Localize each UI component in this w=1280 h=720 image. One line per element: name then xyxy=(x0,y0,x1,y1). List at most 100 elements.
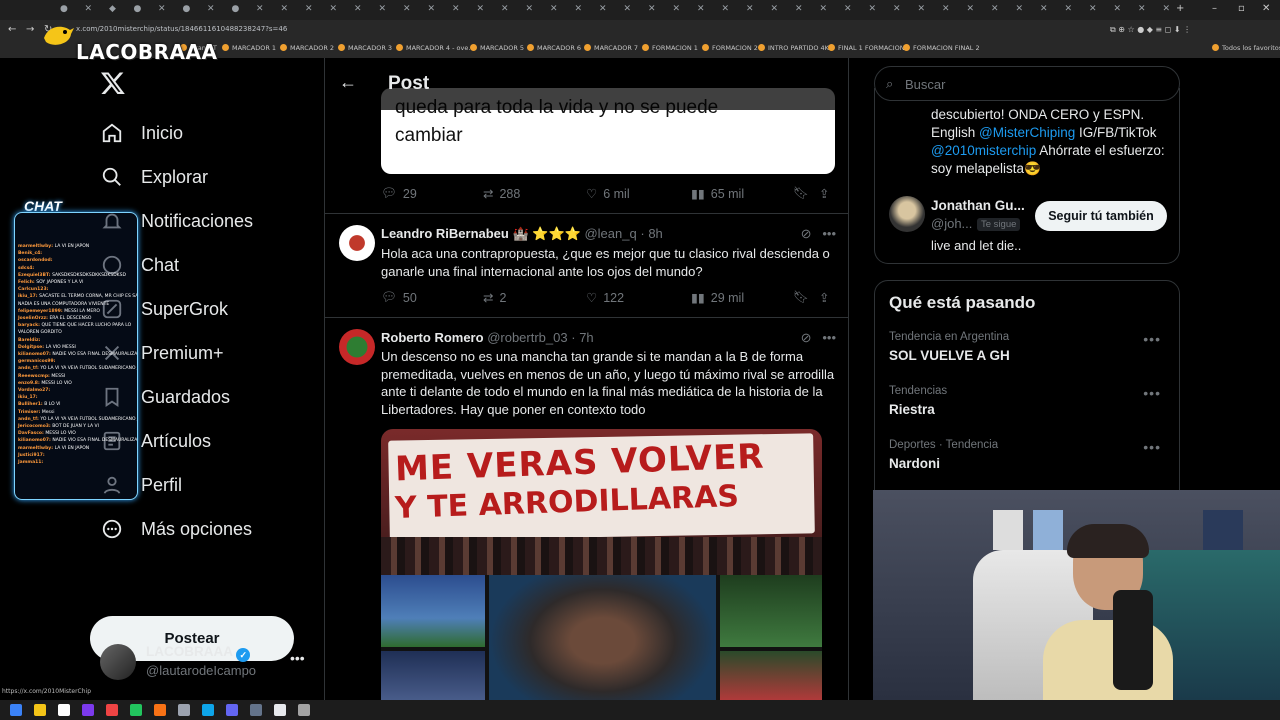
browser-tab[interactable]: ✕ xyxy=(648,4,670,17)
browser-tab[interactable]: ✕ xyxy=(256,4,278,17)
share-icon[interactable]: ⇪ xyxy=(819,186,829,201)
bookmark-item[interactable]: MARCADOR 2 xyxy=(280,44,334,52)
browser-tab[interactable]: ◆ xyxy=(109,4,131,17)
reply-button[interactable]: 💬︎ 50 xyxy=(381,290,417,305)
browser-tab[interactable]: ● xyxy=(60,4,82,17)
bookmark-item[interactable]: MARCADOR 1 xyxy=(222,44,276,52)
browser-tab[interactable]: ✕ xyxy=(942,4,964,17)
reply-button[interactable]: 💬︎ 29 xyxy=(381,186,417,201)
trend-item[interactable]: Tendencia en Argentina SOL VUELVE A GH ••• xyxy=(889,331,1169,363)
author-handle[interactable]: @robertrb_03 xyxy=(487,330,567,345)
bookmark-item[interactable]: FORMACION 2 xyxy=(702,44,758,52)
browser-tab[interactable]: ✕ xyxy=(918,4,940,17)
account-more-icon[interactable]: ••• xyxy=(290,650,305,666)
browser-tab[interactable]: ✕ xyxy=(354,4,376,17)
browser-tab[interactable]: ✕ xyxy=(722,4,744,17)
tweet-media[interactable]: ME VERAS VOLVER Y TE ARRODILLARAS xyxy=(381,429,822,700)
grok-icon[interactable]: ⊘ ••• xyxy=(801,226,836,242)
timestamp[interactable]: 8h xyxy=(648,226,662,241)
timestamp[interactable]: 7h xyxy=(579,330,593,345)
follow-back-button[interactable]: Seguir tú también xyxy=(1035,201,1167,231)
grok-icon[interactable]: ⊘ ••• xyxy=(801,330,836,346)
views-button[interactable]: ▮▮ 29 mil xyxy=(691,290,744,306)
bookmark-item[interactable]: FINAL 1 FORMACION xyxy=(828,44,905,52)
extensions-icon[interactable]: ⧉ ⊕ ☆ ● ◆ ≡ ◻ ⬇ ⋮ xyxy=(1110,25,1191,35)
taskbar-app-icon[interactable] xyxy=(274,704,286,716)
browser-tab[interactable]: ✕ xyxy=(869,4,891,17)
minimize-button[interactable]: – xyxy=(1212,3,1217,14)
more-icon[interactable]: ••• xyxy=(822,330,836,345)
browser-tab[interactable]: ✕ xyxy=(599,4,621,17)
new-tab-button[interactable]: + xyxy=(1176,3,1184,14)
browser-tab[interactable]: ✕ xyxy=(452,4,474,17)
back-arrow-icon[interactable]: ← xyxy=(339,72,357,93)
browser-tab[interactable]: ✕ xyxy=(85,4,107,17)
taskbar-app-icon[interactable] xyxy=(34,704,46,716)
browser-tab[interactable]: ✕ xyxy=(795,4,817,17)
taskbar-app-icon[interactable] xyxy=(106,704,118,716)
browser-tab[interactable]: ✕ xyxy=(550,4,572,17)
author-name[interactable]: Roberto Romero xyxy=(381,330,484,345)
taskbar-app-icon[interactable] xyxy=(82,704,94,716)
browser-tab[interactable]: ✕ xyxy=(477,4,499,17)
mention-link[interactable]: @2010misterchip xyxy=(931,143,1036,158)
author-handle[interactable]: @lean_q xyxy=(584,226,636,241)
mention-link[interactable]: @MisterChiping xyxy=(979,125,1075,140)
browser-tab[interactable]: ✕ xyxy=(379,4,401,17)
taskbar-app-icon[interactable] xyxy=(178,704,190,716)
browser-tab[interactable]: ● xyxy=(183,4,205,17)
browser-tab[interactable]: ✕ xyxy=(967,4,989,17)
trend-more-icon[interactable]: ••• xyxy=(1143,331,1161,347)
browser-tab[interactable]: ✕ xyxy=(207,4,229,17)
bookmark-item[interactable]: INTRO PARTIDO 4K xyxy=(758,44,829,52)
sidebar-item-inicio[interactable]: Inicio xyxy=(100,113,183,153)
suggest-name[interactable]: Jonathan Gu... xyxy=(931,198,1025,213)
browser-tab[interactable]: ✕ xyxy=(624,4,646,17)
taskbar-app-icon[interactable] xyxy=(130,704,142,716)
bookmark-item[interactable]: MARCADOR 5 xyxy=(470,44,524,52)
repost-button[interactable]: ⇄ 288 xyxy=(483,186,520,202)
browser-tab[interactable]: ✕ xyxy=(1040,4,1062,17)
repost-button[interactable]: ⇄ 2 xyxy=(483,290,506,306)
browser-tab[interactable]: ✕ xyxy=(305,4,327,17)
trend-item[interactable]: Deportes · Tendencia Nardoni ••• xyxy=(889,439,1169,471)
taskbar-app-icon[interactable] xyxy=(154,704,166,716)
browser-tab[interactable]: ✕ xyxy=(575,4,597,17)
taskbar-app-icon[interactable] xyxy=(250,704,262,716)
bookmark-button[interactable]: 🔖︎ xyxy=(793,290,809,305)
bookmark-item[interactable]: FORMACION FINAL 2 xyxy=(903,44,980,52)
bookmark-item[interactable]: MARCADOR 3 xyxy=(338,44,392,52)
more-icon[interactable]: ••• xyxy=(822,226,836,241)
views-button[interactable]: ▮▮ 65 mil xyxy=(691,186,744,202)
trend-more-icon[interactable]: ••• xyxy=(1143,385,1161,401)
all-bookmarks[interactable]: Todos los favoritos xyxy=(1212,44,1280,52)
like-button[interactable]: ♡ 6 mil xyxy=(586,186,630,202)
sidebar-item-explorar[interactable]: Explorar xyxy=(100,157,208,197)
browser-tab[interactable]: ✕ xyxy=(281,4,303,17)
browser-tab[interactable]: ✕ xyxy=(158,4,180,17)
browser-tab[interactable]: ✕ xyxy=(991,4,1013,17)
browser-tab[interactable]: ✕ xyxy=(501,4,523,17)
reply-tweet[interactable]: Leandro RiBernabeu 🏰 ⭐⭐⭐ @lean_q · 8h ⊘ … xyxy=(325,213,848,317)
browser-tab[interactable]: ✕ xyxy=(697,4,719,17)
browser-tab[interactable]: ✕ xyxy=(1089,4,1111,17)
forward-icon[interactable]: → xyxy=(26,24,34,35)
url-field[interactable]: x.com/2010misterchip/status/184661161048… xyxy=(76,25,287,33)
browser-tab[interactable]: ✕ xyxy=(330,4,352,17)
taskbar-app-icon[interactable] xyxy=(58,704,70,716)
browser-tab[interactable]: ✕ xyxy=(428,4,450,17)
taskbar-app-icon[interactable] xyxy=(202,704,214,716)
trend-more-icon[interactable]: ••• xyxy=(1143,439,1161,455)
author-name[interactable]: Leandro RiBernabeu xyxy=(381,226,509,241)
bookmark-item[interactable]: FORMACION 1 xyxy=(642,44,698,52)
browser-tab[interactable]: ✕ xyxy=(771,4,793,17)
browser-tab[interactable]: ✕ xyxy=(1138,4,1160,17)
bookmark-item[interactable]: MARCADOR 6 xyxy=(527,44,581,52)
browser-tab[interactable]: ✕ xyxy=(820,4,842,17)
browser-tab[interactable]: ● xyxy=(134,4,156,17)
browser-tab[interactable]: ✕ xyxy=(403,4,425,17)
x-logo-icon[interactable] xyxy=(100,70,126,96)
maximize-button[interactable]: ▫ xyxy=(1238,3,1245,14)
browser-tab[interactable]: ✕ xyxy=(1114,4,1136,17)
back-icon[interactable]: ← xyxy=(8,24,16,35)
